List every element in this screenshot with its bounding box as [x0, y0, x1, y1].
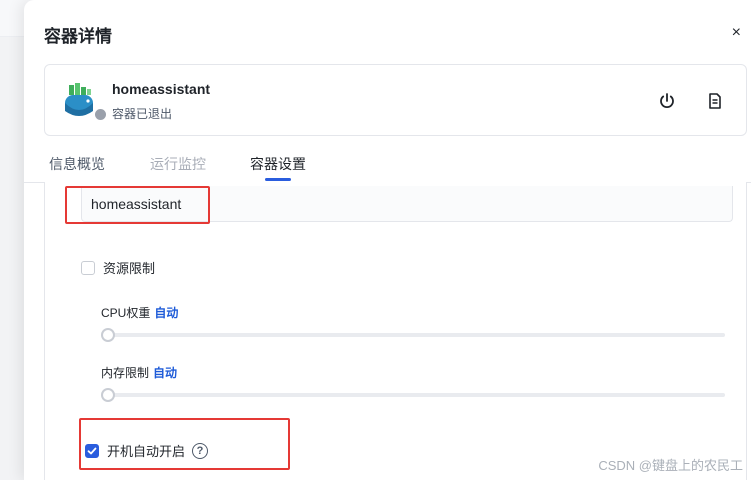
- tab-overview[interactable]: 信息概览: [49, 154, 105, 174]
- memory-limit-text: 内存限制: [101, 366, 150, 380]
- memory-limit-label: 内存限制 自动: [101, 364, 177, 381]
- resource-limit-label: 资源限制: [103, 261, 156, 276]
- cpu-weight-text: CPU权重: [101, 306, 151, 320]
- cpu-weight-slider-thumb[interactable]: [101, 328, 115, 342]
- cpu-weight-label: CPU权重 自动: [101, 304, 178, 321]
- dialog-title: 容器详情: [44, 27, 112, 46]
- cpu-auto-value: 自动: [154, 306, 179, 320]
- container-app-icon: [65, 83, 93, 116]
- tab-monitoring[interactable]: 运行监控: [150, 154, 206, 174]
- resource-limit-checkbox[interactable]: [81, 260, 95, 275]
- container-summary-card: homeassistant 容器已退出: [44, 64, 747, 136]
- tab-container-settings[interactable]: 容器设置: [250, 154, 306, 174]
- highlight-box-autostart: [79, 418, 290, 470]
- memory-auto-value: 自动: [153, 366, 178, 380]
- cpu-weight-slider-track[interactable]: [101, 333, 725, 337]
- highlight-box-name: [65, 186, 210, 224]
- memory-limit-slider-track[interactable]: [101, 393, 725, 397]
- memory-limit-slider-thumb[interactable]: [101, 388, 115, 402]
- resource-limit-checkbox-row[interactable]: 资源限制: [81, 258, 155, 277]
- power-icon[interactable]: [657, 91, 677, 111]
- document-icon[interactable]: [705, 91, 725, 111]
- close-button[interactable]: ×: [732, 24, 741, 42]
- tab-bar: 信息概览 运行监控 容器设置: [24, 148, 751, 183]
- active-tab-indicator: [265, 178, 291, 181]
- watermark: CSDN @键盘上的农民工: [598, 458, 743, 473]
- container-name: homeassistant: [112, 81, 211, 97]
- settings-panel: homeassistant 资源限制 CPU权重 自动 内存限制 自动 开机自动开启…: [44, 182, 747, 480]
- container-detail-drawer: 容器详情 × homeassistant 容器已退出 信息概览 运行监控 容器设…: [24, 0, 751, 480]
- status-dot: [93, 107, 108, 122]
- container-status: 容器已退出: [112, 107, 173, 121]
